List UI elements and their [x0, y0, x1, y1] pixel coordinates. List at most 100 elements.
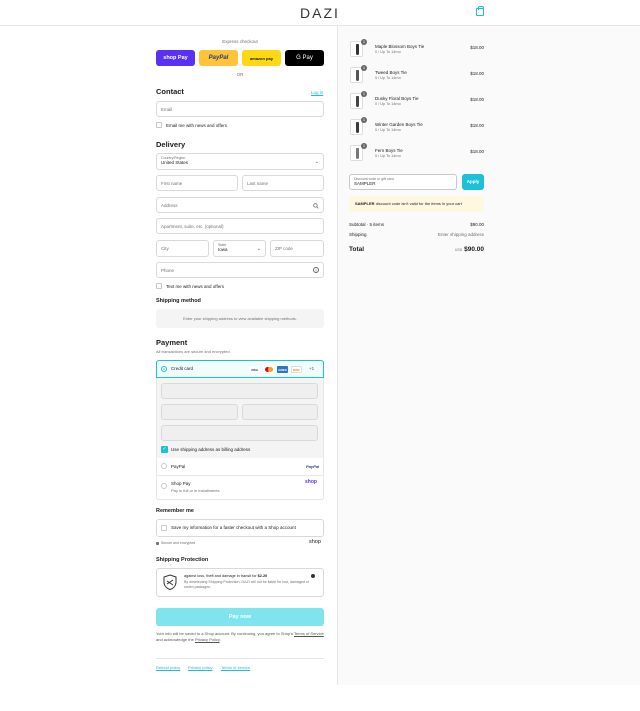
paypal-button[interactable]: PayPal — [199, 50, 238, 66]
security-code-field[interactable] — [242, 404, 318, 420]
card-number-field[interactable] — [161, 383, 318, 399]
shop-logo-icon: shop — [309, 539, 321, 545]
terms-of-service-link[interactable]: Terms of service — [221, 665, 250, 670]
store-logo[interactable]: DAZI — [0, 5, 640, 21]
save-info-checkbox[interactable] — [161, 525, 167, 531]
search-icon — [313, 203, 319, 209]
payment-heading: Payment — [156, 338, 188, 347]
quantity-badge: 1 — [361, 65, 367, 71]
cart-item-variant: 0 / Up To 14mo — [375, 102, 401, 106]
shop-pay-radio[interactable] — [161, 483, 167, 489]
credit-card-radio[interactable] — [161, 366, 167, 372]
remember-heading: Remember me — [156, 508, 194, 514]
country-value: United States — [161, 160, 189, 165]
product-thumbnail: 1 — [350, 91, 367, 109]
quantity-badge: 1 — [361, 143, 367, 149]
first-name-field[interactable]: First name — [156, 175, 238, 191]
protection-heading: Shipping Protection — [156, 557, 209, 563]
login-link[interactable]: Log in — [311, 90, 323, 95]
shop-pay-label: Shop Pay — [171, 481, 191, 486]
cart-item-name: Winter Garden Boys Tie — [375, 122, 423, 127]
currency-label: USD — [454, 248, 463, 252]
phone-field[interactable]: Phone ? — [156, 262, 324, 278]
quantity-badge: 1 — [361, 39, 367, 45]
newsletter-checkbox[interactable] — [156, 122, 162, 128]
sms-label: Text me with news and offers — [166, 284, 224, 289]
shield-icon — [163, 574, 177, 590]
discount-error-code: SAMPLER — [355, 201, 375, 206]
phone-placeholder: Phone — [161, 267, 175, 273]
product-thumbnail: 1 — [350, 143, 367, 161]
protection-toggle[interactable] — [311, 574, 315, 578]
legal-text-1: Your info will be saved to a Shop accoun… — [156, 631, 293, 636]
shopping-bag-icon[interactable] — [476, 6, 484, 16]
email-field[interactable]: Email — [156, 101, 324, 117]
shipping-method-notice: Enter your shipping address to view avai… — [156, 309, 324, 328]
discount-value: SAMPLER — [354, 181, 376, 186]
contact-heading: Contact — [156, 87, 184, 96]
amex-icon: AMEX — [277, 366, 288, 373]
cart-item-variant: 0 / Up To 14mo — [375, 128, 401, 132]
privacy-link[interactable]: Privacy Policy — [195, 637, 220, 642]
protection-line1: against loss, theft and damage in transi… — [184, 574, 312, 578]
expiration-field[interactable] — [161, 404, 238, 420]
apartment-field[interactable]: Apartment, suite, etc. (optional) — [156, 218, 324, 234]
google-pay-button[interactable]: G Pay — [285, 50, 324, 66]
payment-subtitle: All transactions are secure and encrypte… — [156, 349, 231, 354]
credit-card-label: Credit card — [171, 366, 194, 371]
legal-text: Your info will be saved to a Shop accoun… — [156, 631, 324, 642]
total-amount: USD $90.00 — [455, 246, 484, 253]
amazon-pay-button[interactable]: amazon pay — [242, 50, 281, 66]
paypal-label: PayPal — [171, 464, 186, 469]
chevron-down-icon: ⌄ — [314, 159, 319, 165]
cart-item-price: $18.00 — [470, 45, 484, 50]
refund-policy-link[interactable]: Refund policy — [156, 665, 180, 670]
cart-item-price: $18.00 — [470, 71, 484, 76]
cart-item-name: Tweed Boys Tie — [375, 70, 407, 75]
privacy-policy-link[interactable]: Privacy policy — [188, 665, 212, 670]
help-icon[interactable]: ? — [313, 267, 319, 273]
last-name-field[interactable]: Last name — [242, 175, 324, 191]
total-value: $90.00 — [464, 246, 484, 253]
mastercard-icon — [263, 366, 274, 373]
country-select[interactable]: Country/Region United States ⌄ — [156, 153, 324, 170]
legal-text-3: . — [219, 636, 221, 642]
discount-error: SAMPLER discount code isn't valid for th… — [349, 196, 484, 212]
shipping-value: Enter shipping address — [437, 232, 484, 237]
subtotal-value: $90.00 — [470, 222, 484, 227]
protection-price: $2.20 — [257, 574, 268, 578]
product-thumbnail: 1 — [350, 117, 367, 135]
city-field[interactable]: City — [156, 240, 209, 257]
state-select[interactable]: State Iowa ⌄ — [213, 240, 266, 257]
shop-pay-button[interactable]: shop Pay — [156, 50, 195, 66]
billing-same-checkbox[interactable]: ✓ — [161, 446, 168, 453]
billing-same-label: Use shipping address as billing address — [171, 447, 251, 452]
header: DAZI — [0, 0, 640, 26]
name-on-card-field[interactable] — [161, 425, 318, 441]
cart-item-price: $18.00 — [470, 97, 484, 102]
save-info-label: Save my information for a faster checkou… — [171, 525, 296, 530]
shop-pay-sublabel: Pay in full or in installments — [171, 488, 220, 493]
delivery-heading: Delivery — [156, 140, 186, 149]
discount-field[interactable]: Discount code or gift card SAMPLER — [349, 174, 457, 190]
cart-item-name: Maple Blossom Boys Tie — [375, 44, 425, 49]
product-thumbnail: 1 — [350, 65, 367, 83]
tos-link[interactable]: Terms of Service — [294, 631, 324, 636]
visa-icon: VISA — [249, 366, 260, 373]
zip-field[interactable]: ZIP code — [270, 240, 324, 257]
address-field[interactable]: Address — [156, 197, 324, 213]
apply-button[interactable]: Apply — [462, 174, 484, 190]
sms-checkbox[interactable] — [156, 283, 162, 289]
subtotal-label: Subtotal · 5 items — [349, 222, 385, 227]
quantity-badge: 1 — [361, 117, 367, 123]
cart-item-name: Dusky Floral Boys Tie — [375, 96, 419, 101]
paypal-logo-icon: PayPal — [306, 464, 320, 469]
pay-now-button[interactable]: Pay now — [156, 608, 324, 626]
paypal-radio[interactable] — [161, 463, 167, 469]
quantity-badge: 1 — [361, 91, 367, 97]
total-label: Total — [349, 246, 365, 253]
address-placeholder: Address — [161, 202, 178, 208]
newsletter-label: Email me with news and offers — [166, 123, 227, 128]
shipping-method-heading: Shipping method — [156, 298, 201, 304]
more-cards-badge: +1 — [309, 366, 315, 371]
